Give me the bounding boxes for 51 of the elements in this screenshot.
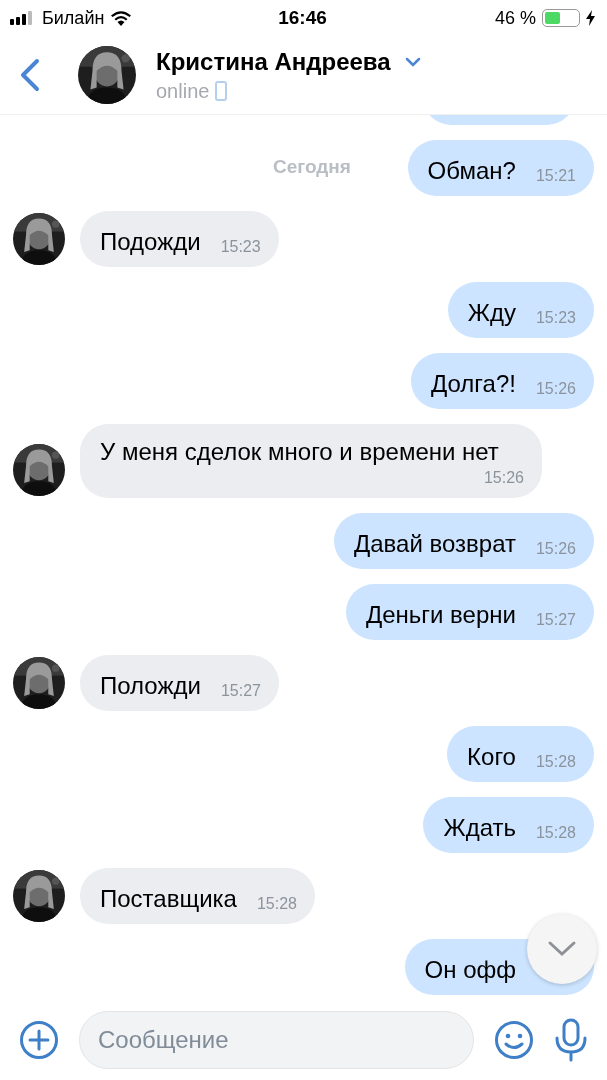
message-bubble[interactable]: Подожди 15:23 <box>80 211 279 267</box>
message-bubble[interactable]: У меня сделок много и времени нет 15:26 <box>80 424 542 498</box>
message-text: Давай возврат <box>353 529 516 559</box>
message-text: Долга?! <box>431 369 516 399</box>
message-bubble[interactable]: Кого 15:28 <box>447 726 594 782</box>
message-bubble[interactable]: Долга?! 15:26 <box>411 353 594 409</box>
message-time: 15:28 <box>535 752 576 772</box>
message-time: 15:26 <box>535 379 576 399</box>
carrier-name: Билайн <box>42 7 105 29</box>
chevron-down-icon[interactable] <box>404 56 421 67</box>
message-bubble[interactable]: Давай возврат 15:26 <box>333 513 594 569</box>
message-time: 15:28 <box>256 894 297 914</box>
battery-percent: 46 % <box>495 7 536 29</box>
message-field[interactable]: Сообщение <box>79 1011 474 1069</box>
message-bubble[interactable]: Положди 15:27 <box>80 655 279 711</box>
message-text: Положди <box>100 671 201 701</box>
message-text: Обман? <box>427 156 516 186</box>
message-bubble[interactable]: Ждать 15:28 <box>423 797 594 853</box>
message-bubble[interactable]: Обман? 15:21 <box>407 140 594 196</box>
message-text: Ждать <box>443 813 516 843</box>
microphone-icon[interactable] <box>554 1018 588 1062</box>
smiley-icon[interactable] <box>494 1020 534 1060</box>
wifi-icon <box>110 10 133 26</box>
message-time: 15:26 <box>535 539 576 559</box>
message-time: 15:28 <box>535 823 576 843</box>
back-icon[interactable] <box>18 57 42 93</box>
message-time: 15:23 <box>535 308 576 328</box>
message-bubble[interactable]: Поставщика 15:28 <box>80 868 315 924</box>
message-text: Деньги верни <box>365 600 516 630</box>
message-time: 15:27 <box>220 681 261 701</box>
add-icon[interactable] <box>19 1020 59 1060</box>
message-time: 15:26 <box>483 468 524 488</box>
message-time: 15:27 <box>535 610 576 630</box>
message-text: Подожди <box>100 227 201 257</box>
status-time: 16:46 <box>278 7 327 29</box>
online-status: online <box>156 79 210 103</box>
contact-name[interactable]: Кристина Андреева <box>156 47 391 76</box>
battery-icon <box>542 9 580 27</box>
phone-icon <box>215 81 228 101</box>
chevron-down-icon <box>547 940 577 958</box>
message-text: Жду <box>467 298 516 328</box>
message-text: Он офф <box>424 955 516 985</box>
message-text: У меня сделок много и времени нет <box>100 437 500 467</box>
message-bubble[interactable]: Жду 15:23 <box>447 282 594 338</box>
message-text: Кого <box>467 742 516 772</box>
charging-icon <box>586 10 595 26</box>
message-bubble[interactable]: Деньги верни 15:27 <box>345 584 594 640</box>
date-label: Сегодня <box>273 156 351 178</box>
message-time: 15:23 <box>220 237 261 257</box>
message-text: Поставщика <box>100 884 237 914</box>
message-time: 15:21 <box>535 166 576 186</box>
